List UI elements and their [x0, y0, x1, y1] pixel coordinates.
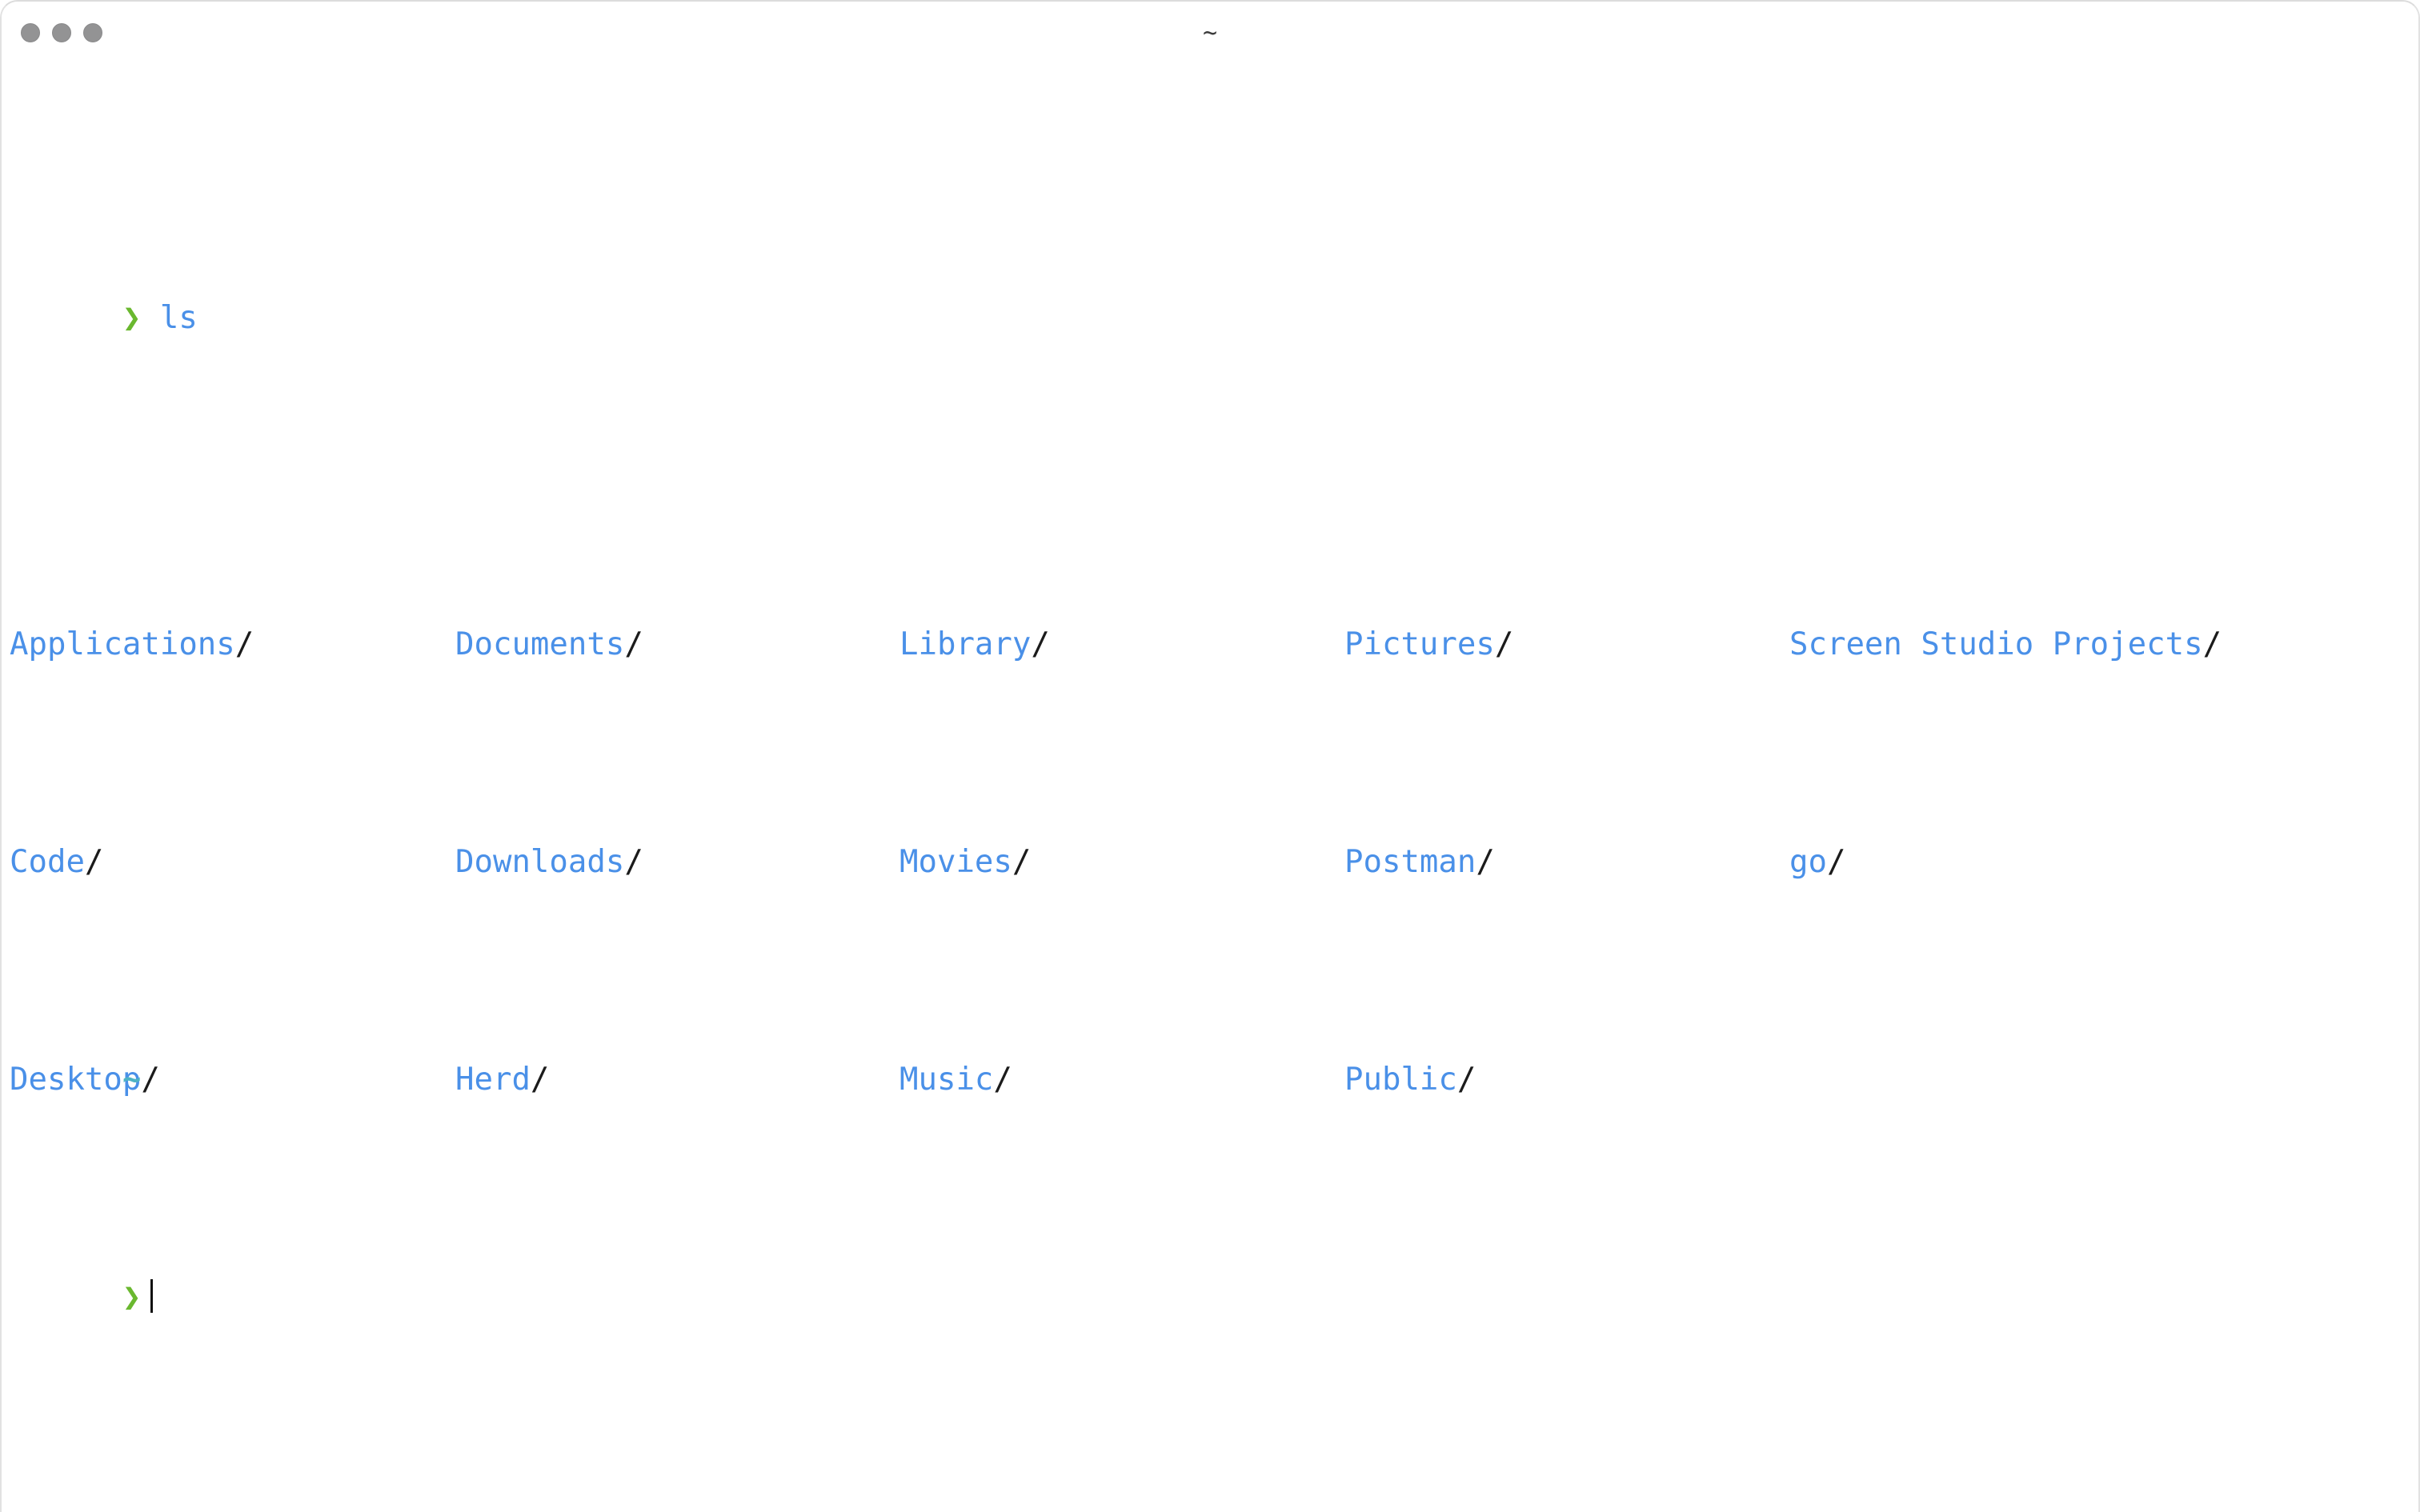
text-cursor	[150, 1279, 154, 1313]
title-bar[interactable]: ~	[2, 2, 2418, 66]
ls-entry-slash: /	[624, 844, 643, 880]
ls-entry-name: Documents	[455, 626, 625, 662]
ls-entry-slash: /	[1031, 626, 1050, 662]
ls-entry-name: Applications	[10, 626, 235, 662]
ls-entry-slash: /	[1476, 844, 1495, 880]
ls-entry[interactable]: Music/	[899, 1053, 1012, 1107]
ls-entry-name: Music	[899, 1062, 994, 1098]
ls-entry-name: Postman	[1344, 844, 1476, 880]
ls-entry[interactable]: Pictures/	[1344, 618, 1513, 672]
ls-entry-slash: /	[234, 626, 254, 662]
ls-entry-slash: /	[2202, 626, 2222, 662]
ls-entry[interactable]: go/	[1789, 835, 1845, 890]
ls-output-grid: Applications/ Documents/ Library/ Pictur…	[2, 454, 2418, 1098]
ls-entry-slash: /	[624, 626, 643, 662]
ls-entry[interactable]: Applications/	[10, 618, 254, 672]
ls-entry-name: Library	[899, 626, 1032, 662]
ls-entry[interactable]: Public/	[1344, 1053, 1476, 1107]
typed-command: ls	[159, 300, 198, 336]
ls-row: Code/ Downloads/ Movies/ Postman/ go/	[2, 835, 2418, 890]
ls-row: Applications/ Documents/ Library/ Pictur…	[2, 618, 2418, 672]
ls-entry-name: Code	[10, 844, 85, 880]
current-path: ~	[122, 1062, 142, 1098]
ls-entry-name: Downloads	[455, 844, 625, 880]
ls-entry-name: Herd	[455, 1062, 531, 1098]
ls-entry[interactable]: Screen Studio Projects/	[1789, 618, 2222, 672]
ls-entry[interactable]: Library/	[899, 618, 1050, 672]
prompt-chevron-icon: ❯	[122, 300, 142, 336]
ls-entry[interactable]: Documents/	[455, 618, 643, 672]
ls-entry-name: Public	[1344, 1062, 1457, 1098]
ls-entry[interactable]: Postman/	[1344, 835, 1495, 890]
ls-entry-slash: /	[1456, 1062, 1476, 1098]
ls-entry-slash: /	[530, 1062, 550, 1098]
ls-entry-slash: /	[141, 1062, 160, 1098]
prompt-chevron-icon: ❯	[122, 1279, 142, 1315]
ls-entry-slash: /	[1826, 844, 1846, 880]
ls-entry-slash: /	[1494, 626, 1514, 662]
ls-entry-slash: /	[84, 844, 104, 880]
ls-entry[interactable]: Code/	[10, 835, 103, 890]
ls-entry-name: go	[1789, 844, 1827, 880]
window-title: ~	[1202, 19, 1218, 47]
ls-entry-slash: /	[993, 1062, 1012, 1098]
command-line: ❯ ls	[2, 237, 2418, 336]
ls-row: Desktop/ Herd/ Music/ Public/	[2, 1053, 2418, 1107]
input-line[interactable]: ❯	[2, 1216, 2418, 1315]
terminal-window: ~ ❯ ls Applications/ Documents/ Library/…	[0, 0, 2420, 1512]
ls-entry[interactable]: Herd/	[455, 1053, 549, 1107]
path-indicator-line: ~	[2, 998, 2418, 1098]
ls-entry[interactable]: Downloads/	[455, 835, 643, 890]
ls-entry-name: Screen Studio Projects	[1789, 626, 2203, 662]
ls-entry[interactable]: Movies/	[899, 835, 1031, 890]
ls-entry-name: Movies	[899, 844, 1012, 880]
ls-entry-name: Pictures	[1344, 626, 1495, 662]
terminal-body[interactable]: ❯ ls Applications/ Documents/ Library/ P…	[2, 66, 2418, 1512]
ls-entry-slash: /	[1012, 844, 1032, 880]
